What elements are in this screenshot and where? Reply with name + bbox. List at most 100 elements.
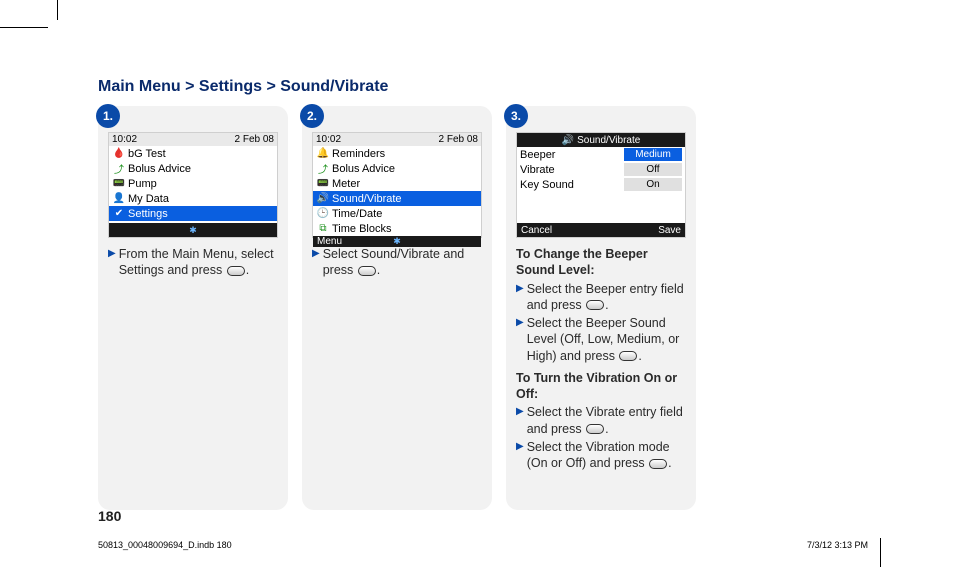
status-spacer — [388, 134, 391, 145]
screen-titlebar: 🔊Sound/Vibrate — [517, 133, 685, 147]
screen-footerbar: Cancel Save — [517, 223, 685, 237]
content-area: Main Menu > Settings > Sound/Vibrate 1.1… — [98, 78, 872, 510]
menu-item[interactable]: ⧉Time Blocks — [313, 221, 481, 236]
instructions: To Change the Beeper Sound Level:▶Select… — [516, 246, 686, 471]
menu-item[interactable]: ⤴Bolus Advice — [313, 161, 481, 176]
instruction-text: Select the Vibrate entry field and press… — [527, 404, 686, 437]
instruction-text: From the Main Menu, select Settings and … — [119, 246, 278, 279]
screen-footerbar: ✱ — [109, 223, 277, 237]
page-number: 180 — [98, 508, 121, 524]
menu-item-label: Meter — [332, 178, 360, 190]
option-value[interactable]: On — [624, 178, 682, 191]
bullet-arrow-icon: ▶ — [516, 315, 524, 364]
menu-item[interactable]: 🔔Reminders — [313, 146, 481, 161]
status-date: 2 Feb 08 — [439, 134, 478, 145]
menu-item-icon: ✔ — [112, 208, 126, 219]
option-value[interactable]: Off — [624, 163, 682, 176]
bullet-arrow-icon: ▶ — [312, 246, 320, 279]
crop-mark — [880, 538, 881, 567]
instruction-bullet: ▶Select the Beeper Sound Level (Off, Low… — [516, 315, 686, 364]
instructions: ▶Select Sound/Vibrate and press . — [312, 246, 482, 279]
screen-body: 🩸bG Test⤴Bolus Advice📟Pump👤My Data✔Setti… — [109, 146, 277, 223]
instructions: ▶From the Main Menu, select Settings and… — [108, 246, 278, 279]
status-spacer — [184, 134, 187, 145]
option-row[interactable]: Vibrate Off — [517, 162, 685, 177]
softkey-right[interactable]: Save — [658, 225, 681, 236]
menu-item-icon: 🩸 — [112, 148, 126, 159]
status-date: 2 Feb 08 — [235, 134, 274, 145]
instruction-bullet: ▶Select the Vibration mode (On or Off) a… — [516, 439, 686, 472]
softkey-left[interactable]: Menu — [317, 236, 342, 247]
instruction-bullet: ▶Select the Vibrate entry field and pres… — [516, 404, 686, 437]
oval-button-icon — [227, 266, 245, 276]
menu-item[interactable]: 📟Pump — [109, 176, 277, 191]
menu-item[interactable]: ✔Settings — [109, 206, 277, 221]
menu-item[interactable]: 👤My Data — [109, 191, 277, 206]
bluetooth-icon: ✱ — [393, 236, 401, 247]
bullet-arrow-icon: ▶ — [516, 404, 524, 437]
menu-item[interactable]: 📟Meter — [313, 176, 481, 191]
menu-item-icon: 📟 — [112, 178, 126, 189]
step-badge: 2. — [300, 104, 324, 128]
oval-button-icon — [619, 351, 637, 361]
menu-item[interactable]: ⤴Bolus Advice — [109, 161, 277, 176]
menu-item-icon: 📟 — [316, 178, 330, 189]
menu-item[interactable]: 🔊Sound/Vibrate — [313, 191, 481, 206]
oval-button-icon — [586, 300, 604, 310]
status-time: 10:02 — [316, 134, 341, 145]
instruction-text: Select the Vibration mode (On or Off) an… — [527, 439, 686, 472]
menu-item-label: Settings — [128, 208, 168, 220]
option-key: Vibrate — [520, 164, 555, 176]
instruction-bullet: ▶Select the Beeper entry field and press… — [516, 281, 686, 314]
oval-button-icon — [586, 424, 604, 434]
device-screen: 10:02 2 Feb 08🩸bG Test⤴Bolus Advice📟Pump… — [108, 132, 278, 238]
print-footer: 50813_00048009694_D.indb 180 7/3/12 3:13… — [98, 540, 868, 550]
instruction-bullet: ▶Select Sound/Vibrate and press . — [312, 246, 482, 279]
step-card-2: 2.10:02 2 Feb 08🔔Reminders⤴Bolus Advice📟… — [302, 106, 492, 510]
menu-item[interactable]: 🩸bG Test — [109, 146, 277, 161]
screen-body: 🔔Reminders⤴Bolus Advice📟Meter🔊Sound/Vibr… — [313, 146, 481, 236]
menu-item-icon: ⤴ — [316, 161, 330, 176]
instruction-text: Select the Beeper Sound Level (Off, Low,… — [527, 315, 686, 364]
status-time: 10:02 — [112, 134, 137, 145]
menu-item-icon: 🔔 — [316, 148, 330, 159]
footer-timestamp: 7/3/12 3:13 PM — [807, 540, 868, 550]
softkey-left[interactable]: Cancel — [521, 225, 552, 236]
instruction-heading: To Turn the Vibration On or Off: — [516, 370, 686, 403]
menu-item-icon: 🕒 — [316, 208, 330, 219]
menu-item-label: Time Blocks — [332, 223, 392, 235]
status-bar: 10:02 2 Feb 08 — [313, 133, 481, 146]
option-key: Key Sound — [520, 179, 574, 191]
step-card-1: 1.10:02 2 Feb 08🩸bG Test⤴Bolus Advice📟Pu… — [98, 106, 288, 510]
instruction-text: Select Sound/Vibrate and press . — [323, 246, 482, 279]
menu-item-label: bG Test — [128, 148, 166, 160]
screen-footerbar: Menu ✱ — [313, 236, 481, 247]
crop-mark — [57, 0, 58, 20]
option-value[interactable]: Medium — [624, 148, 682, 161]
card-row: 1.10:02 2 Feb 08🩸bG Test⤴Bolus Advice📟Pu… — [98, 106, 872, 510]
step-badge: 1. — [96, 104, 120, 128]
menu-item-label: Time/Date — [332, 208, 382, 220]
bullet-arrow-icon: ▶ — [516, 281, 524, 314]
menu-item-label: Reminders — [332, 148, 385, 160]
oval-button-icon — [358, 266, 376, 276]
page: Main Menu > Settings > Sound/Vibrate 1.1… — [0, 0, 954, 567]
instruction-text: Select the Beeper entry field and press … — [527, 281, 686, 314]
bullet-arrow-icon: ▶ — [108, 246, 116, 279]
crop-mark — [0, 27, 48, 28]
device-screen: 10:02 2 Feb 08🔔Reminders⤴Bolus Advice📟Me… — [312, 132, 482, 238]
screen-title: Sound/Vibrate — [577, 135, 640, 146]
option-row[interactable]: Key Sound On — [517, 177, 685, 192]
menu-item-label: Bolus Advice — [332, 163, 395, 175]
instruction-bullet: ▶From the Main Menu, select Settings and… — [108, 246, 278, 279]
footer-file: 50813_00048009694_D.indb 180 — [98, 540, 232, 550]
sound-icon: 🔊 — [562, 135, 574, 146]
menu-item-icon: ⤴ — [112, 161, 126, 176]
oval-button-icon — [649, 459, 667, 469]
menu-item-label: Bolus Advice — [128, 163, 191, 175]
menu-item[interactable]: 🕒Time/Date — [313, 206, 481, 221]
status-bar: 10:02 2 Feb 08 — [109, 133, 277, 146]
device-screen: 🔊Sound/VibrateBeeperMediumVibrateOffKey … — [516, 132, 686, 238]
menu-item-label: Pump — [128, 178, 157, 190]
option-row[interactable]: BeeperMedium — [517, 147, 685, 162]
